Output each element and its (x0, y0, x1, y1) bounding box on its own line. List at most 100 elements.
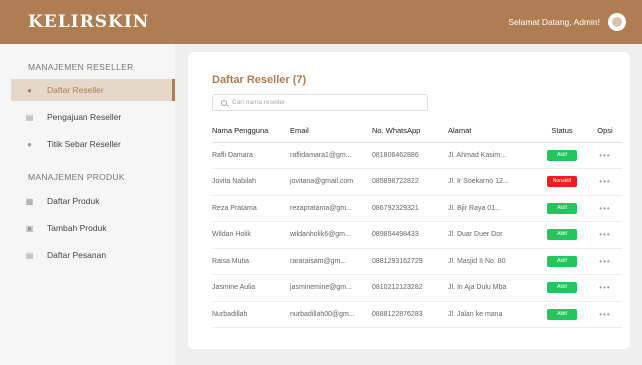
column-header: Opsi (588, 120, 622, 143)
sidebar-item-label: Daftar Reseller (47, 85, 104, 95)
sidebar-item-tambah-produk[interactable]: ▣ Tambah Produk (11, 217, 175, 239)
status-badge[interactable]: Nonaktif (547, 176, 577, 188)
column-header: Status (536, 120, 588, 143)
cell-options: ••• (588, 274, 622, 302)
avatar[interactable] (608, 13, 626, 31)
cell-email: rararaisam@gm... (290, 248, 372, 275)
greeting-text: Selamat Datang, Admin! (508, 17, 600, 27)
status-badge[interactable]: Aktif (547, 308, 577, 320)
sidebar-item-label: Daftar Produk (47, 196, 100, 206)
cell-email: wildanholik6@gm... (290, 221, 372, 249)
grid-icon: ▦ (25, 196, 34, 206)
cell-options: ••• (588, 142, 622, 169)
column-header: Email (290, 120, 372, 143)
user-greeting: Selamat Datang, Admin! (508, 13, 626, 31)
cell-options: ••• (588, 168, 622, 196)
cell-phone: 081806462886 (372, 142, 448, 169)
cell-phone: 0810212123282 (372, 274, 448, 302)
section-title-reseller: MANAJEMEN RESELLER (28, 62, 134, 72)
cell-status: Aktif (536, 274, 588, 302)
cell-name: Reza Pratama (212, 195, 290, 222)
status-badge[interactable]: Aktif (547, 202, 577, 214)
cell-name: Rafli Damara (212, 142, 290, 169)
people-icon: ● (27, 139, 32, 149)
cell-status: Aktif (536, 248, 588, 275)
sidebar-item-daftar-reseller[interactable]: ● Daftar Reseller (11, 79, 175, 101)
cell-address: Jl. Bjir Raya 01... (448, 195, 536, 222)
cell-status: Aktif (536, 301, 588, 328)
search-icon (221, 99, 227, 106)
list-icon: ▤ (25, 250, 34, 260)
app-logo[interactable]: KELIRSKIN (28, 12, 149, 32)
status-badge[interactable]: Aktif (547, 229, 577, 241)
cell-phone: 085898722822 (372, 168, 448, 196)
table-header-row: Nama Pengguna Email No. WhatsApp Alamat … (212, 120, 622, 143)
cell-email: nurbadillah00@gm... (290, 301, 372, 328)
sidebar-item-daftar-pesanan[interactable]: ▤ Daftar Pesanan (11, 244, 175, 266)
cell-address: Jl. Ir Soekarno 12... (448, 168, 536, 196)
cell-name: Nurbadillah (212, 301, 290, 328)
more-options-icon[interactable]: ••• (599, 230, 610, 239)
cell-email: jovitana@gmail.com (290, 168, 372, 196)
more-options-icon[interactable]: ••• (599, 257, 610, 266)
clipboard-icon: ▤ (25, 112, 34, 122)
cell-options: ••• (588, 301, 622, 328)
cell-status: Aktif (536, 142, 588, 169)
cell-name: Wildan Holik (212, 221, 290, 249)
status-badge[interactable]: Aktif (547, 282, 577, 294)
table-row: Jasmine Aulia jasminemine@gm... 0810212123… (212, 274, 622, 302)
cell-phone: 086792329321 (372, 195, 448, 222)
cell-address: Jl. Jalan ke mana (448, 301, 536, 328)
sidebar-item-titik-sebar[interactable]: ● Titik Sebar Reseller (11, 133, 175, 155)
sidebar: MANAJEMEN RESELLER ● Daftar Reseller ▤ P… (0, 44, 175, 365)
person-icon: ● (27, 85, 32, 95)
sidebar-item-label: Daftar Pesanan (47, 250, 107, 260)
more-options-icon[interactable]: ••• (599, 283, 610, 292)
table-row: Reza Pratama rezapratama@gm... 08679232932… (212, 195, 622, 222)
avatar-icon (612, 17, 622, 27)
cell-name: Jasmine Aulia (212, 274, 290, 302)
cell-status: Aktif (536, 221, 588, 249)
cell-name: Raisa Mutia (212, 248, 290, 275)
top-bar: KELIRSKIN Selamat Datang, Admin! (0, 0, 642, 44)
table-row: Wildan Holik wildanholik6@gm... 0898544984… (212, 221, 622, 249)
cell-email: rezapratama@gm... (290, 195, 372, 222)
column-header: Nama Pengguna (212, 120, 290, 143)
cell-address: Jl. Duar Duer Dor (448, 221, 536, 249)
cell-options: ••• (588, 221, 622, 249)
cell-status: Aktif (536, 195, 588, 222)
page-title: Daftar Reseller (7) (212, 74, 307, 86)
cell-phone: 0888122876283 (372, 301, 448, 328)
more-options-icon[interactable]: ••• (599, 151, 610, 160)
more-options-icon[interactable]: ••• (599, 177, 610, 186)
column-header: No. WhatsApp (372, 120, 448, 143)
cell-options: ••• (588, 248, 622, 275)
status-badge[interactable]: Aktif (547, 255, 577, 267)
lock-icon: ▣ (25, 223, 34, 233)
cell-email: jasminemine@gm... (290, 274, 372, 302)
section-title-produk: MANAJEMEN PRODUK (28, 172, 125, 182)
status-badge[interactable]: Aktif (547, 149, 577, 161)
table-row: Nurbadillah nurbadillah00@gm... 0888122876… (212, 301, 622, 328)
cell-address: Jl. In Aja Dulu Mba (448, 274, 536, 302)
sidebar-item-pengajuan-reseller[interactable]: ▤ Pengajuan Reseller (11, 106, 175, 128)
cell-email: raflidamara1@gm... (290, 142, 372, 169)
table-row: Raisa Mutia rararaisam@gm... 0881293162729… (212, 248, 622, 275)
table-row: Rafli Damara raflidamara1@gm... 0818064628… (212, 142, 622, 169)
cell-status: Nonaktif (536, 168, 588, 196)
more-options-icon[interactable]: ••• (599, 310, 610, 319)
table-row: Jovita Nabilah jovitana@gmail.com 08589872… (212, 168, 622, 196)
reseller-card: Daftar Reseller (7) Cari nama reseller N… (188, 52, 630, 349)
more-options-icon[interactable]: ••• (599, 204, 610, 213)
search-input[interactable]: Cari nama reseller (212, 94, 428, 111)
sidebar-item-label: Pengajuan Reseller (47, 112, 122, 122)
column-header: Alamat (448, 120, 536, 143)
cell-address: Jl. Masjid II No. 80 (448, 248, 536, 275)
reseller-table: Nama Pengguna Email No. WhatsApp Alamat … (212, 120, 622, 328)
sidebar-item-daftar-produk[interactable]: ▦ Daftar Produk (11, 190, 175, 212)
cell-phone: 0881293162729 (372, 248, 448, 275)
search-placeholder: Cari nama reseller (232, 99, 286, 106)
sidebar-item-label: Titik Sebar Reseller (47, 139, 121, 149)
cell-phone: 089854498433 (372, 221, 448, 249)
cell-name: Jovita Nabilah (212, 168, 290, 196)
